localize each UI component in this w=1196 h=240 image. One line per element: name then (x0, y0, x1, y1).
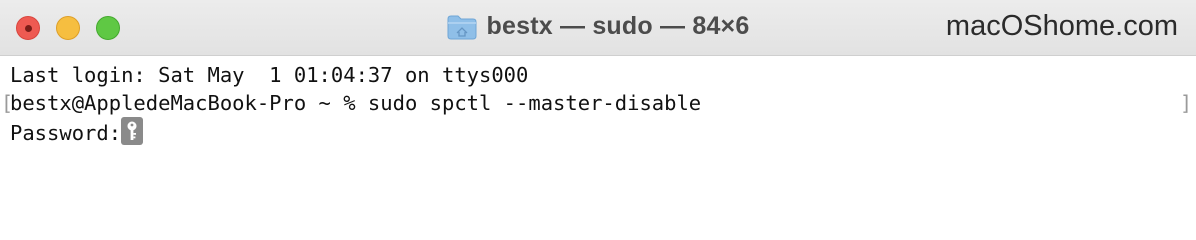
watermark-text: macOShome.com (945, 10, 1178, 42)
terminal-content[interactable]: [ ] Last login: Sat May 1 01:04:37 on tt… (0, 57, 1196, 238)
folder-icon (447, 15, 477, 39)
mark-bracket-right: ] (1179, 91, 1192, 115)
terminal-line-command: bestx@AppledeMacBook-Pro ~ % sudo spctl … (10, 91, 702, 115)
terminal-line-password[interactable]: Password: (10, 117, 144, 145)
window-title-text: bestx — sudo — 84×6 (486, 12, 750, 40)
terminal-window: bestx — sudo — 84×6 macOShome.com [ ] La… (0, 0, 1196, 238)
key-icon (121, 117, 144, 145)
password-prompt: Password: (10, 121, 122, 145)
title-bar[interactable]: bestx — sudo — 84×6 macOShome.com (0, 0, 1196, 56)
terminal-line-last-login: Last login: Sat May 1 01:04:37 on ttys00… (10, 63, 529, 87)
